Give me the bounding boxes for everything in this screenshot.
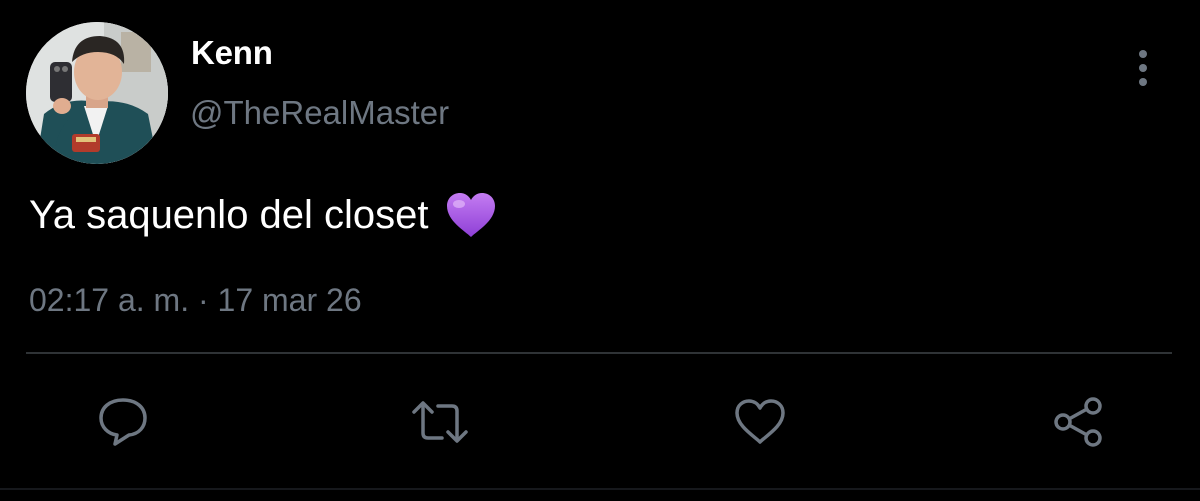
divider bbox=[26, 352, 1172, 354]
tweet-body: Ya saquenlo del closet bbox=[29, 191, 499, 239]
author-display-name[interactable]: Kenn bbox=[191, 34, 273, 72]
purple-heart-emoji bbox=[443, 191, 499, 239]
retweet-icon bbox=[412, 401, 468, 443]
purple-heart-icon bbox=[446, 193, 495, 237]
reply-button[interactable] bbox=[93, 392, 153, 452]
more-options-button[interactable] bbox=[1126, 46, 1160, 92]
bottom-divider bbox=[0, 488, 1200, 490]
author-handle[interactable]: @TheRealMaster bbox=[190, 94, 449, 132]
vertical-ellipsis-icon bbox=[1139, 50, 1147, 86]
tweet-text: Ya saquenlo del closet bbox=[29, 192, 429, 237]
avatar-photo bbox=[26, 22, 168, 164]
tweet-timestamp[interactable]: 02:17 a. m. · 17 mar 26 bbox=[29, 282, 362, 319]
like-button[interactable] bbox=[730, 392, 790, 452]
share-icon bbox=[1054, 397, 1102, 447]
heart-outline-icon bbox=[735, 399, 785, 444]
tweet-card: Kenn @TheRealMaster Ya saquenlo del clos… bbox=[0, 0, 1200, 501]
avatar[interactable] bbox=[26, 22, 168, 164]
share-button[interactable] bbox=[1049, 392, 1109, 452]
speech-bubble-icon bbox=[99, 398, 147, 446]
retweet-button[interactable] bbox=[410, 392, 470, 452]
